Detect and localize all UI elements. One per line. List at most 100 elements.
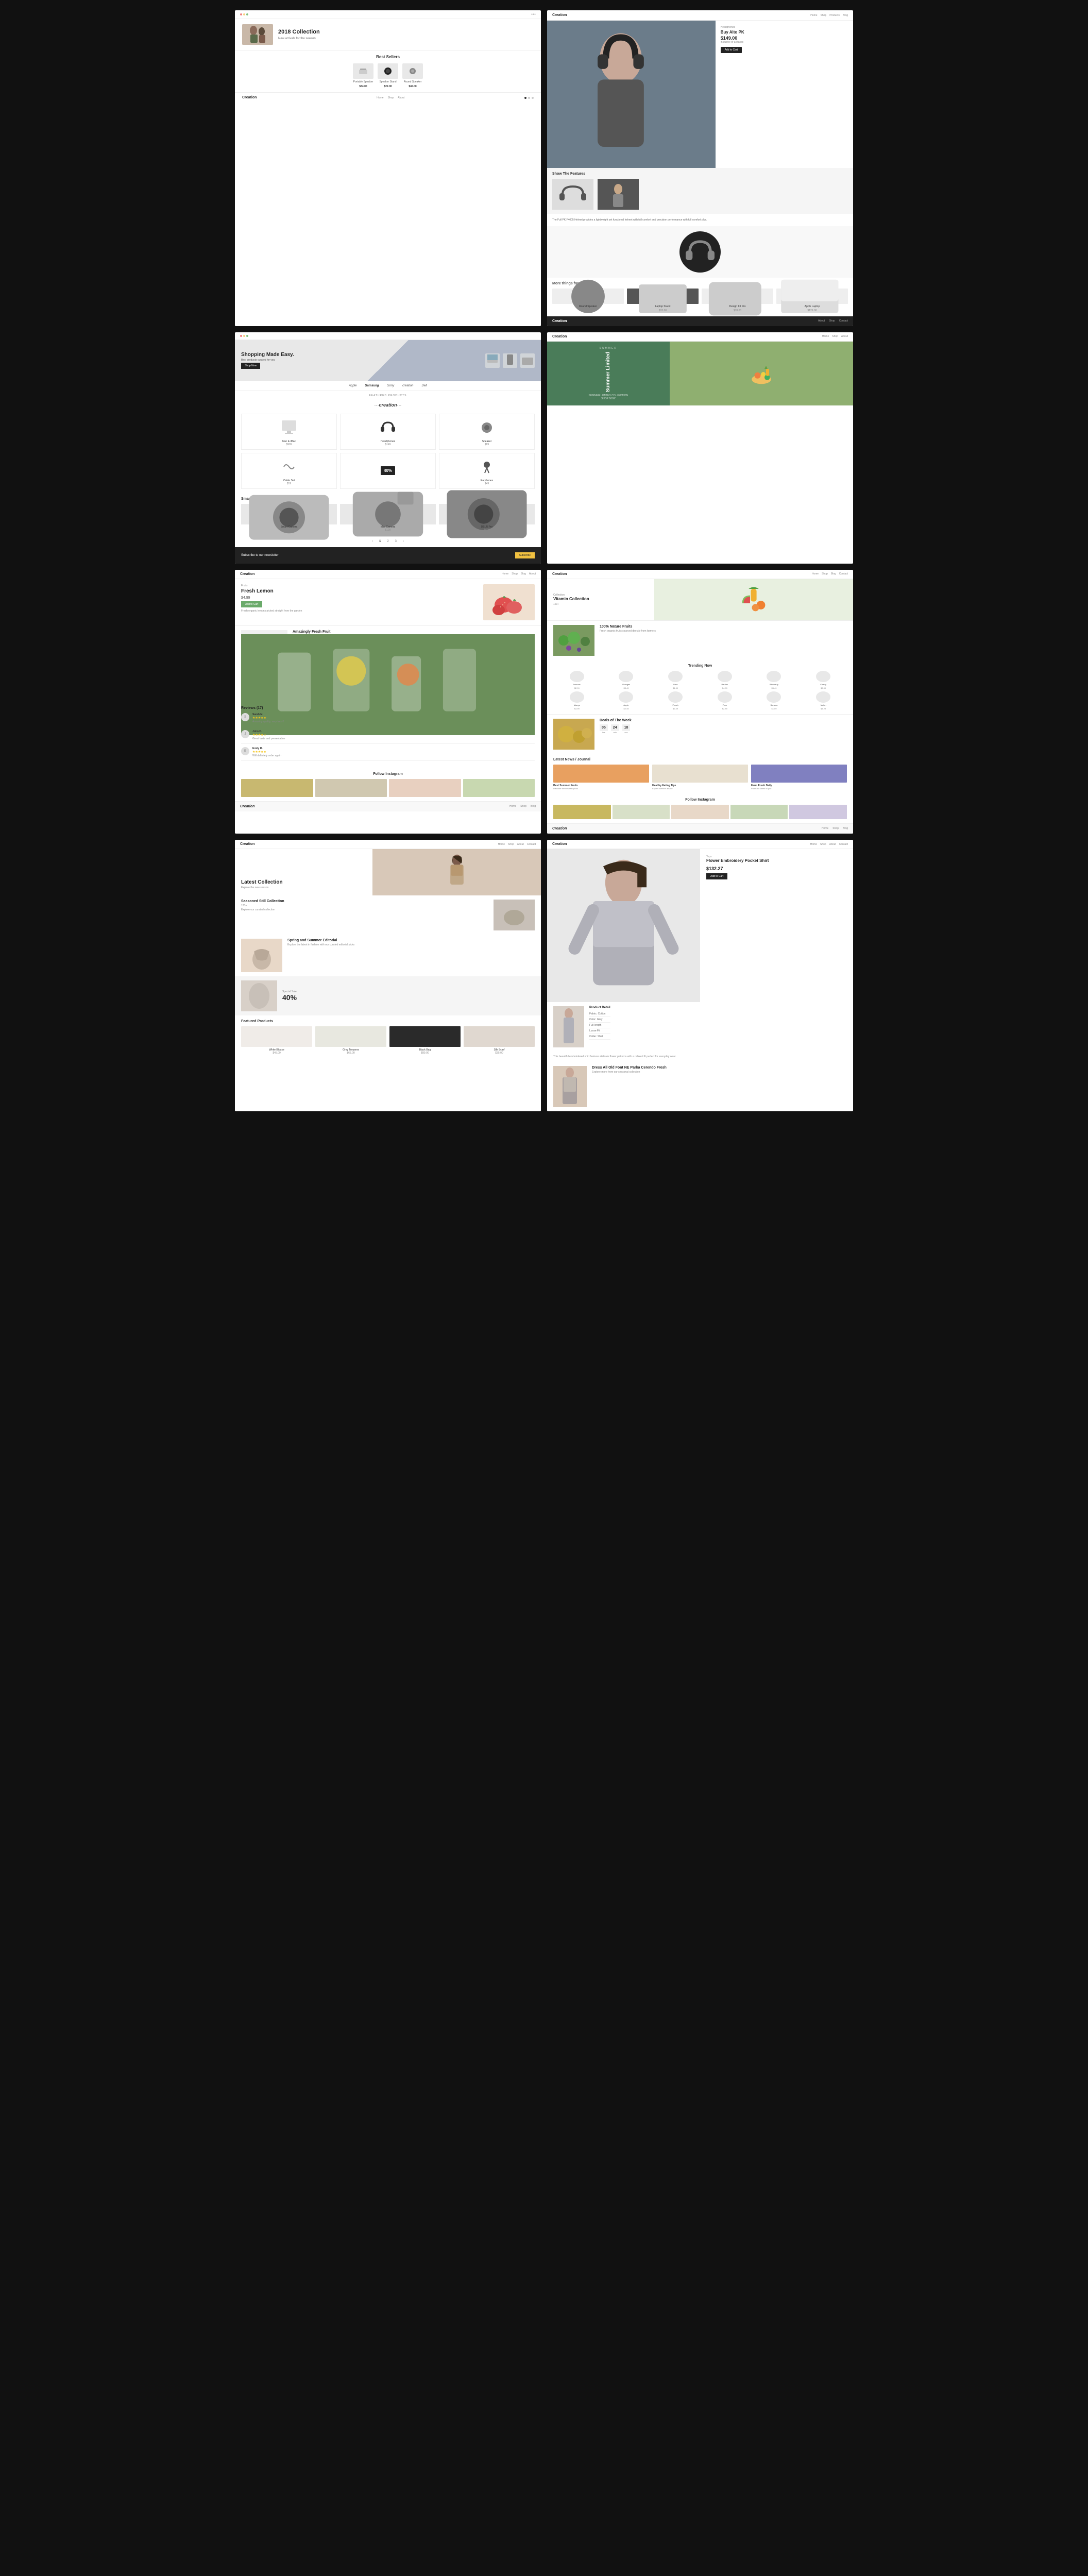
product-image — [315, 1026, 386, 1047]
trend-item: Pear $2.89 — [701, 691, 749, 710]
hero-title: Shopping Made Easy. — [241, 352, 294, 358]
card-electronics-product: Creation Home Shop Products Blog — [547, 10, 853, 326]
nav-link[interactable]: Blog — [831, 572, 836, 575]
more-product-image — [627, 289, 699, 304]
editorial-section: Spring and Summer Editorial Explore the … — [235, 935, 541, 976]
summer-title: Summer Limited — [605, 352, 611, 392]
fresh-title: Amazingly Fresh Fruit — [293, 630, 420, 634]
countdown-timer: 05 hrs 24 min 18 sec — [600, 724, 632, 734]
product-item: Speaker Stand $22.00 — [378, 63, 398, 88]
page-button-2[interactable]: 2 — [385, 539, 390, 544]
nav-link[interactable]: Blog — [521, 572, 526, 575]
nav-link[interactable]: Shop — [512, 572, 518, 575]
trend-image — [718, 691, 732, 703]
footer-link[interactable]: Blog — [531, 805, 536, 808]
footer-link[interactable]: Shop — [520, 805, 526, 808]
newsletter-subscribe-button[interactable]: Subscribe — [515, 552, 535, 558]
nav-link[interactable]: Home — [812, 572, 819, 575]
instagram-photo — [315, 779, 387, 797]
countdown-hours: 05 hrs — [600, 724, 608, 734]
countdown-seconds: 18 sec — [622, 724, 631, 734]
nav-link[interactable]: Contact — [839, 572, 848, 575]
footer-link[interactable]: Blog — [843, 827, 848, 831]
trend-image — [767, 671, 781, 682]
detail-image — [553, 1006, 584, 1047]
product-category: Fruits — [241, 584, 478, 587]
trend-price: $3.99 — [574, 707, 580, 710]
trend-item: Cherry $6.99 — [800, 671, 847, 689]
nav-link[interactable]: Home — [502, 572, 508, 575]
trend-image — [619, 691, 633, 703]
nav-link[interactable]: Shop — [822, 572, 828, 575]
products-row: Portable Speaker $34.00 Speaker Stand $2… — [242, 63, 534, 88]
trending-section: Trending Now Lemons $2.99 Oranges $3.49 … — [547, 660, 853, 714]
nav-link[interactable]: Home — [498, 843, 505, 846]
nav-link[interactable]: Contact — [527, 843, 536, 846]
summer-cta: SHOP NOW — [601, 397, 616, 400]
review-content: Sarah M. ★★★★★ Amazing quality, very fre… — [252, 713, 284, 723]
more-product-price: $46.00 — [584, 309, 592, 312]
journal-desc: From our farms to you — [751, 787, 847, 790]
add-to-cart-button[interactable]: Add to Cart — [241, 601, 262, 607]
prev-page-button[interactable]: ‹ — [370, 539, 375, 544]
nav-link[interactable]: About — [841, 335, 848, 338]
bestsellers-title: Best Sellers — [242, 55, 534, 59]
footer-link[interactable]: Shop — [829, 319, 835, 323]
footer-link[interactable]: Shop — [387, 96, 394, 99]
product-price: $89.00 — [421, 1052, 429, 1055]
nav-link[interactable]: Contact — [839, 843, 848, 846]
nav-link[interactable]: About — [517, 843, 524, 846]
more-product-name: Design Kit Pro — [729, 305, 746, 308]
footer-link[interactable]: About — [398, 96, 404, 99]
nav-link[interactable]: Shop — [832, 335, 838, 338]
detail-item: Collar: Shirt — [589, 1034, 610, 1040]
product-image — [443, 417, 531, 438]
vitamin-nav: Creation Home Shop Blog Contact — [547, 570, 853, 579]
featured-info: Seasoned Still Collection 123+ Explore o… — [241, 900, 488, 930]
footer-link[interactable]: Home — [509, 805, 516, 808]
add-to-cart-button[interactable]: Add to Cart — [706, 873, 727, 879]
camera-price: $299 — [286, 529, 292, 532]
nav-link-products[interactable]: Products — [829, 14, 840, 17]
footer-link[interactable]: Contact — [839, 319, 848, 323]
page-button-3[interactable]: 3 — [393, 539, 399, 544]
nav-link[interactable]: About — [829, 843, 836, 846]
trend-item: Mango $3.99 — [553, 691, 601, 710]
footer-link[interactable]: Home — [377, 96, 383, 99]
hero-devices — [485, 353, 535, 368]
featured-image — [494, 900, 535, 930]
footer-link[interactable]: Home — [822, 827, 828, 831]
product-description: This beautiful embroidered shirt feature… — [547, 1052, 853, 1062]
brand-name-creation: creation — [402, 384, 413, 387]
nav-link[interactable]: Home — [822, 335, 829, 338]
nav-link[interactable]: Home — [810, 843, 817, 846]
nav-link-blog[interactable]: Blog — [843, 14, 848, 17]
nav-link[interactable]: About — [529, 572, 536, 575]
product-price: $35.00 — [495, 1052, 503, 1055]
camera-image — [340, 504, 436, 524]
footer-link[interactable]: Shop — [832, 827, 839, 831]
nav-link[interactable]: Shop — [820, 843, 826, 846]
nav-link[interactable]: Shop — [508, 843, 514, 846]
nav-link-home[interactable]: Home — [810, 14, 817, 17]
deals-image — [553, 719, 594, 750]
nav-links: Home Shop Products Blog — [810, 14, 848, 17]
shop-now-button[interactable]: Shop Now — [241, 363, 260, 369]
product-image — [353, 63, 373, 79]
footer-link[interactable]: About — [818, 319, 825, 323]
page-button-1[interactable]: 1 — [377, 539, 383, 544]
camera-image — [439, 504, 535, 524]
trend-name: Blueberry — [770, 683, 778, 686]
add-to-cart-button[interactable]: Add to Cart — [721, 47, 742, 53]
product-item: Portable Speaker $34.00 — [353, 63, 373, 88]
page-wrapper: ●●● 2018 Collection New arrivals for the… — [235, 10, 853, 1111]
camera-item: Smart Camera $299 — [241, 504, 337, 532]
next-page-button[interactable]: › — [401, 539, 406, 544]
instagram-photo — [730, 805, 788, 819]
nav-link-shop[interactable]: Shop — [821, 14, 827, 17]
trend-item: Blueberry $5.49 — [751, 671, 798, 689]
card-2018-collection: ●●● 2018 Collection New arrivals for the… — [235, 10, 541, 326]
product-detail-hero: Tops Flower Embroidery Pocket Shirt $132… — [547, 849, 853, 1002]
trending-grid: Lemons $2.99 Oranges $3.49 Lime $1.99 Be… — [553, 671, 847, 710]
trend-name: Apple — [623, 704, 628, 706]
